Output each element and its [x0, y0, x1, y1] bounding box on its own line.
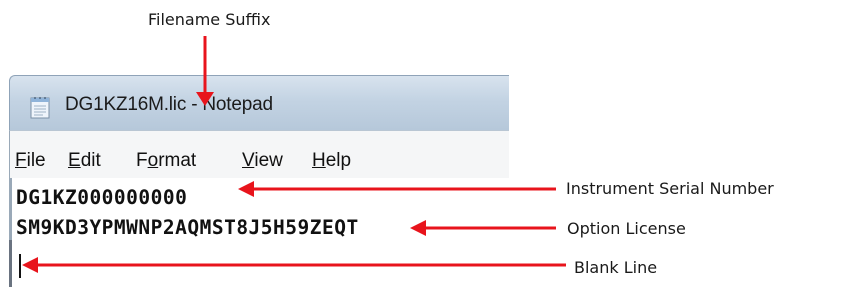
menu-file-rest: ile — [26, 150, 46, 171]
menu-help[interactable]: Help — [312, 150, 351, 172]
menu-bar: File Edit Format View Help — [9, 130, 509, 178]
filename-suffix-label: Filename Suffix — [148, 10, 271, 29]
notepad-window: DG1KZ16M.lic - Notepad File Edit Format … — [9, 75, 509, 287]
blank-line-label: Blank Line — [574, 258, 658, 277]
menu-format-rest: rmat — [158, 150, 197, 171]
notepad-icon — [30, 97, 50, 119]
menu-help-accesskey: H — [312, 150, 326, 171]
serial-number-line[interactable]: DG1KZ000000000 — [16, 186, 187, 209]
text-caret — [19, 254, 21, 278]
window-title: DG1KZ16M.lic - Notepad — [65, 94, 273, 115]
menu-edit-accesskey: E — [68, 150, 81, 171]
menu-file-accesskey: F — [15, 150, 27, 171]
text-editor[interactable]: DG1KZ000000000 SM9KD3YPMWNP2AQMST8J5H59Z… — [9, 178, 509, 287]
option-license-label: Option License — [567, 219, 686, 238]
menu-edit-rest: dit — [80, 150, 101, 171]
menu-file[interactable]: File — [15, 150, 46, 172]
title-bar[interactable]: DG1KZ16M.lic - Notepad — [9, 75, 509, 130]
menu-format[interactable]: Format — [136, 150, 196, 172]
option-license-line[interactable]: SM9KD3YPMWNP2AQMST8J5H59ZEQT — [16, 216, 359, 239]
menu-view[interactable]: View — [242, 150, 283, 172]
menu-format-prefix: F — [136, 150, 148, 171]
menu-view-accesskey: V — [242, 150, 255, 171]
menu-format-accesskey: o — [147, 150, 159, 171]
menu-edit[interactable]: Edit — [68, 150, 101, 172]
menu-view-rest: iew — [254, 150, 283, 171]
menu-help-rest: elp — [325, 150, 352, 171]
serial-number-label: Instrument Serial Number — [566, 179, 774, 198]
